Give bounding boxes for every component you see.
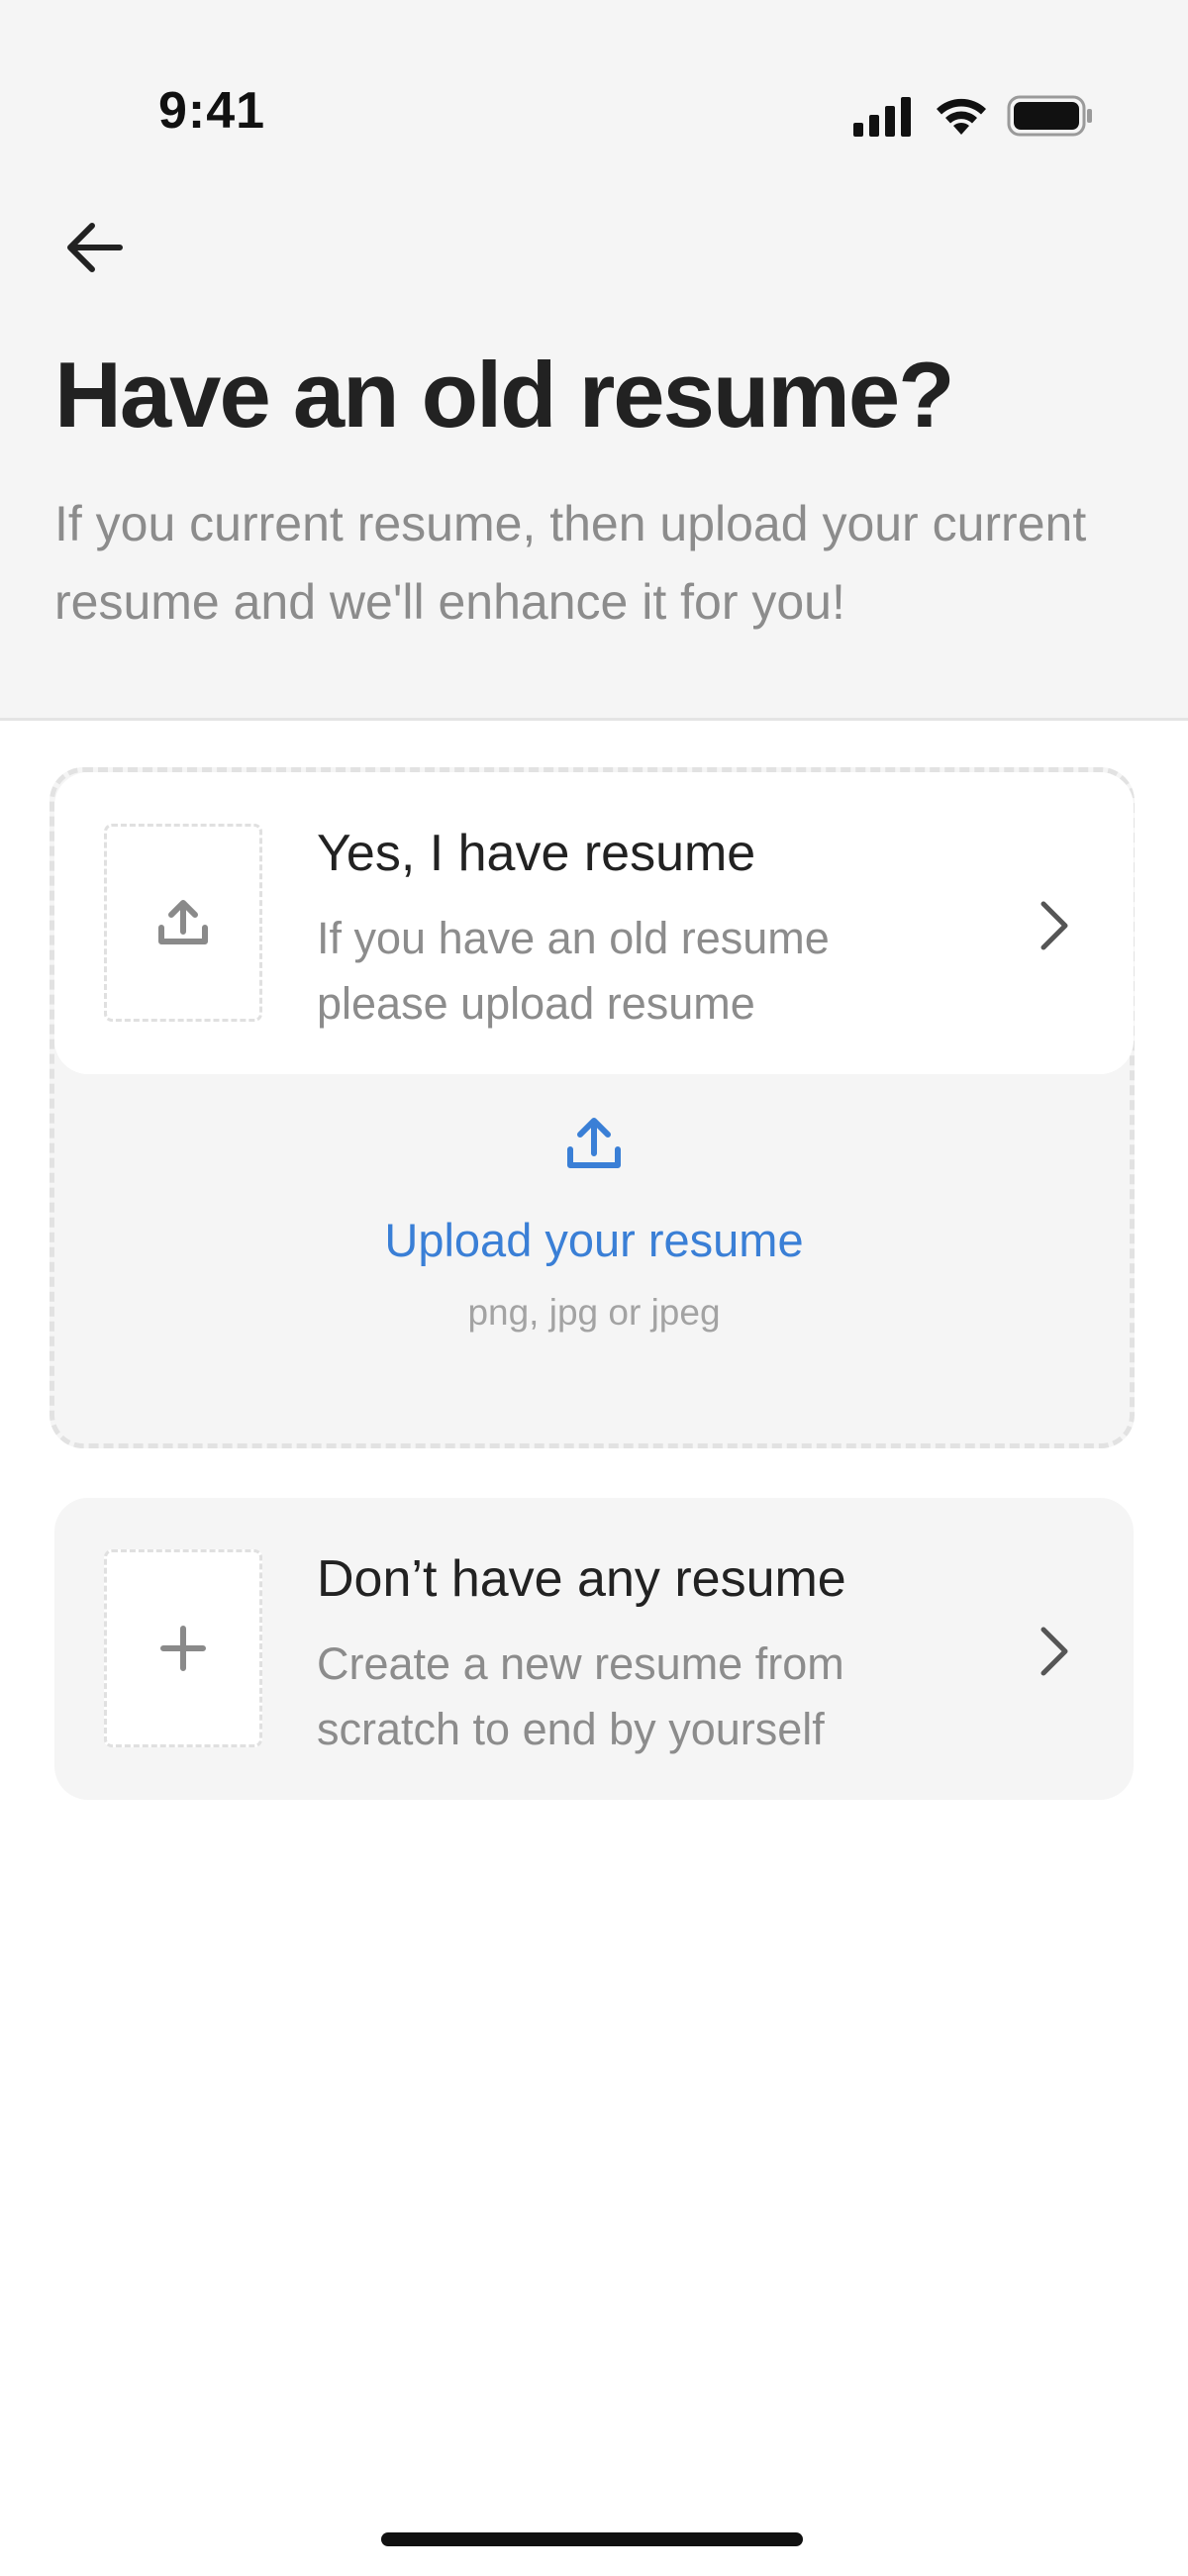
header-section: 9:41 Have an old resume? If you current … <box>0 0 1188 721</box>
option-description: If you have an old resume please upload … <box>317 913 830 1029</box>
page-subtitle: If you current resume, then upload your … <box>54 496 1087 630</box>
status-bar: 9:41 <box>0 0 1188 149</box>
option-description: Create a new resume from scratch to end … <box>317 1638 844 1754</box>
plus-icon <box>160 1626 206 1671</box>
option-thumbnail <box>104 824 262 1022</box>
chevron-right-icon <box>1030 896 1079 955</box>
upload-resume-button[interactable]: Upload your resume png, jpg or jpeg <box>248 1104 940 1351</box>
back-button[interactable] <box>50 203 139 292</box>
page-title: Have an old resume? <box>54 343 955 446</box>
battery-icon <box>1007 95 1092 137</box>
home-indicator[interactable] <box>381 2532 803 2546</box>
chevron-right-icon <box>1030 1622 1079 1681</box>
option-thumbnail <box>104 1549 262 1747</box>
signal-icon <box>853 97 911 137</box>
upload-label: Upload your resume <box>384 1214 804 1266</box>
option-have-resume[interactable]: Yes, I have resume If you have an old re… <box>54 772 1134 1074</box>
upload-file-types-hint: png, jpg or jpeg <box>467 1292 721 1333</box>
arrow-left-icon <box>67 223 123 272</box>
option-title: Yes, I have resume <box>317 825 756 882</box>
upload-icon <box>567 1118 621 1168</box>
upload-icon <box>158 900 208 944</box>
option-title: Don’t have any resume <box>317 1550 846 1608</box>
status-time: 9:41 <box>158 82 266 140</box>
wifi-icon <box>937 98 986 135</box>
option-no-resume[interactable]: Don’t have any resume Create a new resum… <box>54 1498 1134 1800</box>
